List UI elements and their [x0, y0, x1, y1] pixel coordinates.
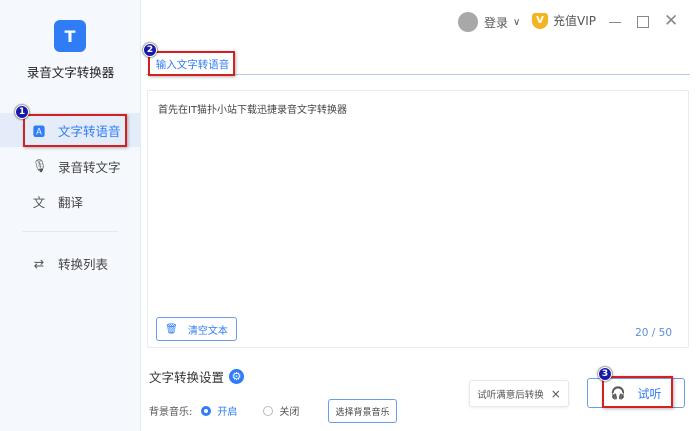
highlight-box-3: [602, 376, 673, 408]
radio-off[interactable]: [263, 405, 274, 416]
choose-bg-music-button[interactable]: 选择背景音乐: [328, 399, 397, 423]
login-button[interactable]: 登录 ∨: [458, 12, 520, 32]
avatar-icon: [458, 12, 478, 32]
sidebar-item-translate[interactable]: ⽂翻译: [0, 184, 141, 218]
annotation-badge-2: 2: [143, 43, 157, 57]
highlight-box-1: [23, 114, 127, 147]
translate-icon: ⽂: [32, 194, 46, 210]
app-logo: T: [54, 20, 86, 52]
annotation-badge-1: 1: [15, 105, 29, 119]
bg-music-row: 背景音乐: 开启 关闭: [149, 405, 300, 418]
sidebar: T 录音文字转换器 🅰 文字转语音 🎙 录音转文字 ⽂翻译 ⇄ 转换列表: [0, 0, 141, 431]
editor-text[interactable]: 首先在IT猫扑小站下载迅捷录音文字转换器: [158, 101, 347, 116]
trash-icon: 🗑: [165, 323, 178, 335]
radio-on[interactable]: [201, 405, 212, 416]
divider: [22, 231, 118, 232]
text-input-area[interactable]: 首先在IT猫扑小站下载迅捷录音文字转换器 🗑 清空文本 20 / 50: [147, 90, 689, 348]
sidebar-item-speech-to-text[interactable]: 🎙 录音转文字: [0, 149, 141, 183]
tooltip: 试听满意后转换 ×: [469, 380, 569, 407]
gear-icon[interactable]: ⚙: [229, 369, 245, 384]
highlight-box-2: [148, 51, 235, 76]
close-window-button[interactable]: ✕: [664, 12, 678, 30]
tooltip-close-icon[interactable]: ×: [551, 387, 561, 401]
chevron-down-icon: ∨: [513, 16, 521, 28]
sidebar-item-convert-list[interactable]: ⇄ 转换列表: [0, 246, 141, 280]
char-counter: 20 / 50: [635, 327, 672, 339]
minimize-button[interactable]: [609, 22, 621, 23]
clear-text-button[interactable]: 🗑 清空文本: [156, 317, 237, 341]
vip-diamond-icon: V: [532, 12, 548, 29]
list-convert-icon: ⇄: [33, 255, 45, 271]
annotation-badge-3: 3: [598, 367, 612, 381]
maximize-button[interactable]: [637, 16, 649, 28]
microphone-icon: 🎙: [32, 158, 48, 173]
settings-title: 文字转换设置 ⚙: [149, 367, 245, 386]
app-name: 录音文字转换器: [26, 65, 115, 80]
vip-button[interactable]: V 充值VIP: [532, 12, 596, 29]
